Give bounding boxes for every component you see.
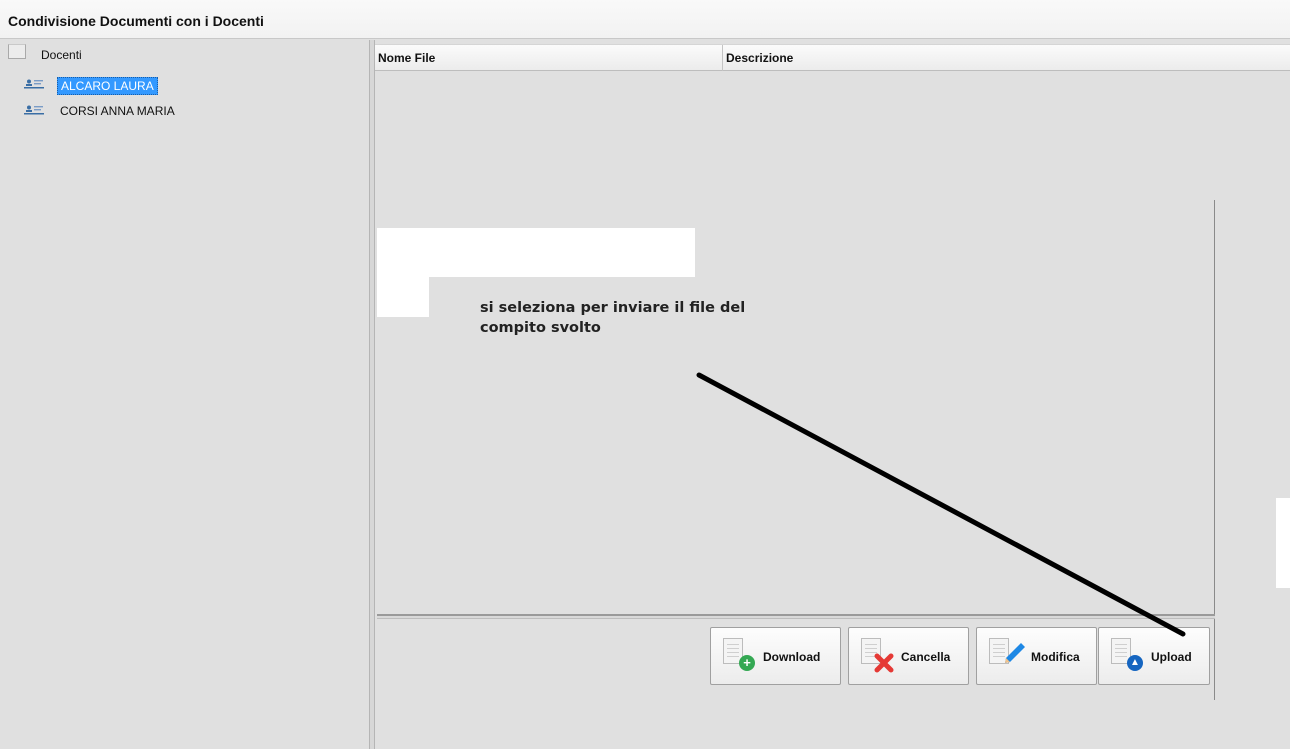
annotation-note: si seleziona per inviare il file del com… xyxy=(480,298,800,338)
delete-x-icon xyxy=(874,653,894,673)
tree-root-label: Docenti xyxy=(41,48,82,62)
cancella-label: Cancella xyxy=(901,650,951,664)
column-header-nome-file[interactable]: Nome File xyxy=(375,45,723,71)
person-card-icon xyxy=(24,105,44,115)
download-plus-icon: + xyxy=(739,655,755,671)
tree-item-alcaro-laura[interactable]: ALCARO LAURA xyxy=(24,76,324,95)
annotation-line-2: compito svolto xyxy=(480,320,601,336)
upload-arrow-icon: ▲ xyxy=(1127,655,1143,671)
annotation-line-1: si seleziona per inviare il file del xyxy=(480,300,746,316)
modifica-button[interactable]: Modifica xyxy=(976,627,1097,685)
modifica-label: Modifica xyxy=(1031,650,1080,664)
upload-label: Upload xyxy=(1151,650,1192,664)
download-button[interactable]: + Download xyxy=(710,627,841,685)
upload-button[interactable]: ▲ Upload xyxy=(1098,627,1210,685)
folder-icon xyxy=(8,44,26,59)
panel-splitter[interactable] xyxy=(369,40,375,749)
cancella-button[interactable]: Cancella xyxy=(848,627,969,685)
white-overlay-block xyxy=(377,228,695,277)
column-header-descrizione[interactable]: Descrizione xyxy=(723,45,1290,71)
tree-item-label: ALCARO LAURA xyxy=(57,77,158,95)
pencil-icon xyxy=(1005,643,1025,663)
table-footer-divider xyxy=(377,614,1215,619)
teachers-tree: Docenti ALCARO LAURA CORSI ANNA MARIA xyxy=(0,40,369,749)
tree-item-label: CORSI ANNA MARIA xyxy=(60,104,175,118)
white-overlay-block xyxy=(1276,498,1290,588)
title-bar: Condivisione Documenti con i Docenti xyxy=(0,0,1290,39)
app-window: Condivisione Documenti con i Docenti Doc… xyxy=(0,0,1290,749)
window-title: Condivisione Documenti con i Docenti xyxy=(8,13,264,29)
panel-border-line xyxy=(1214,200,1215,700)
download-label: Download xyxy=(763,650,821,664)
files-table-header: Nome File Descrizione xyxy=(375,44,1290,71)
tree-item-corsi-anna-maria[interactable]: CORSI ANNA MARIA xyxy=(24,102,324,120)
white-overlay-block xyxy=(377,277,429,317)
person-card-icon xyxy=(24,79,44,89)
files-table-body[interactable] xyxy=(377,71,1290,616)
